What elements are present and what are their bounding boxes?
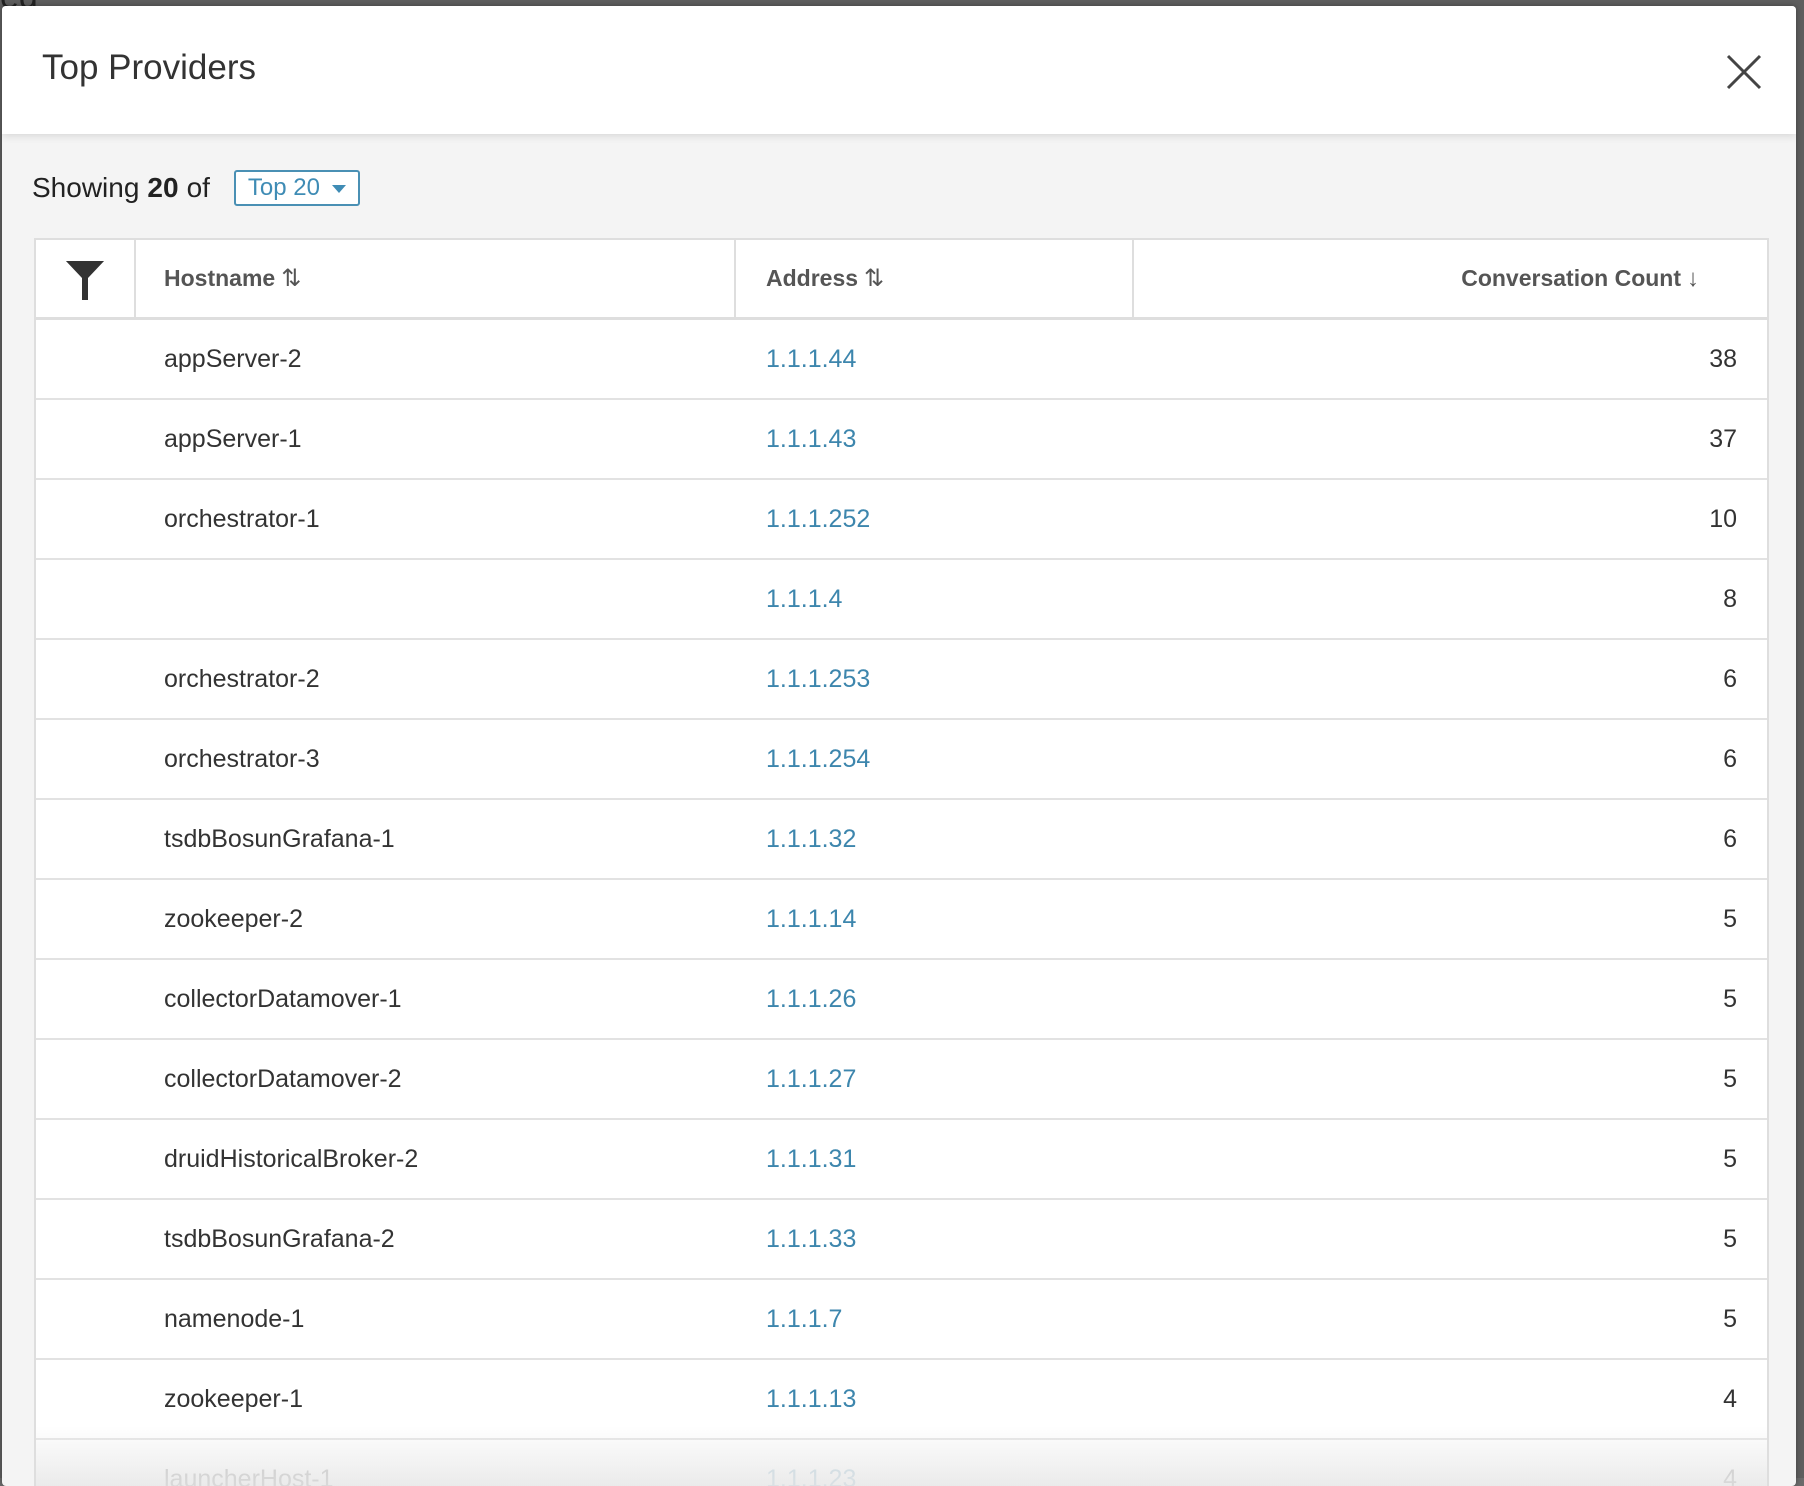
sort-desc-icon[interactable]: ↓ — [1687, 265, 1699, 293]
hostname-cell: zookeeper-1 — [36, 1385, 736, 1414]
conversation-count-cell: 6 — [1134, 665, 1767, 694]
chevron-down-icon — [332, 185, 346, 193]
top-n-dropdown[interactable]: Top 20 — [234, 170, 360, 206]
address-link[interactable]: 1.1.1.32 — [736, 825, 1134, 854]
showing-suffix: of — [187, 172, 210, 204]
address-link[interactable]: 1.1.1.14 — [736, 905, 1134, 934]
conversation-count-cell: 6 — [1134, 825, 1767, 854]
address-link[interactable]: 1.1.1.27 — [736, 1065, 1134, 1094]
address-link[interactable]: 1.1.1.254 — [736, 745, 1134, 774]
table-body: appServer-21.1.1.4438appServer-11.1.1.43… — [36, 320, 1767, 1486]
address-link[interactable]: 1.1.1.43 — [736, 425, 1134, 454]
count-header-label: Conversation Count — [1461, 265, 1681, 292]
conversation-count-cell: 5 — [1134, 1225, 1767, 1254]
table-row[interactable]: appServer-11.1.1.4337 — [36, 400, 1767, 480]
conversation-count-cell: 4 — [1134, 1385, 1767, 1414]
address-link[interactable]: 1.1.1.252 — [736, 505, 1134, 534]
table-header: Hostname ⇅ Address ⇅ Conversation Count … — [36, 240, 1767, 320]
providers-table: Hostname ⇅ Address ⇅ Conversation Count … — [34, 238, 1769, 1486]
filter-column-header[interactable] — [36, 240, 136, 317]
table-row[interactable]: orchestrator-31.1.1.2546 — [36, 720, 1767, 800]
modal-title: Top Providers — [42, 48, 256, 88]
showing-prefix: Showing — [32, 172, 139, 204]
close-button[interactable] — [1722, 50, 1766, 94]
address-link[interactable]: 1.1.1.31 — [736, 1145, 1134, 1174]
table-row[interactable]: collectorDatamover-21.1.1.275 — [36, 1040, 1767, 1120]
table-row[interactable]: zookeeper-11.1.1.134 — [36, 1360, 1767, 1440]
conversation-count-cell: 10 — [1134, 505, 1767, 534]
address-header-label: Address — [766, 265, 858, 292]
table-row[interactable]: 1.1.1.48 — [36, 560, 1767, 640]
hostname-header-label: Hostname — [164, 265, 275, 292]
results-toolbar: Showing 20 of Top 20 — [32, 168, 360, 208]
address-link[interactable]: 1.1.1.23 — [736, 1465, 1134, 1486]
table-row[interactable]: tsdbBosunGrafana-21.1.1.335 — [36, 1200, 1767, 1280]
column-header-conversation-count[interactable]: Conversation Count ↓ — [1134, 240, 1767, 317]
showing-summary: Showing 20 of — [32, 172, 210, 204]
hostname-cell: tsdbBosunGrafana-1 — [36, 825, 736, 854]
table-row[interactable]: launcherHost-11.1.1.234 — [36, 1440, 1767, 1486]
hostname-cell: orchestrator-3 — [36, 745, 736, 774]
address-link[interactable]: 1.1.1.26 — [736, 985, 1134, 1014]
conversation-count-cell: 5 — [1134, 1145, 1767, 1174]
table-row[interactable]: appServer-21.1.1.4438 — [36, 320, 1767, 400]
conversation-count-cell: 4 — [1134, 1465, 1767, 1486]
hostname-cell: appServer-1 — [36, 425, 736, 454]
conversation-count-cell: 6 — [1134, 745, 1767, 774]
sort-icon[interactable]: ⇅ — [864, 264, 884, 293]
hostname-cell: orchestrator-1 — [36, 505, 736, 534]
conversation-count-cell: 37 — [1134, 425, 1767, 454]
table-row[interactable]: namenode-11.1.1.75 — [36, 1280, 1767, 1360]
hostname-cell: druidHistoricalBroker-2 — [36, 1145, 736, 1174]
table-row[interactable]: orchestrator-11.1.1.25210 — [36, 480, 1767, 560]
hostname-cell: launcherHost-1 — [36, 1465, 736, 1486]
hostname-cell: appServer-2 — [36, 345, 736, 374]
address-link[interactable]: 1.1.1.44 — [736, 345, 1134, 374]
address-link[interactable]: 1.1.1.13 — [736, 1385, 1134, 1414]
hostname-cell: tsdbBosunGrafana-2 — [36, 1225, 736, 1254]
hostname-cell: collectorDatamover-1 — [36, 985, 736, 1014]
conversation-count-cell: 5 — [1134, 1305, 1767, 1334]
top-providers-modal: Top Providers Showing 20 of Top 20 — [2, 6, 1796, 1486]
hostname-cell: namenode-1 — [36, 1305, 736, 1334]
address-link[interactable]: 1.1.1.7 — [736, 1305, 1134, 1334]
sort-icon[interactable]: ⇅ — [281, 264, 301, 293]
conversation-count-cell: 38 — [1134, 345, 1767, 374]
modal-header: Top Providers — [2, 6, 1796, 134]
table-row[interactable]: orchestrator-21.1.1.2536 — [36, 640, 1767, 720]
conversation-count-cell: 5 — [1134, 985, 1767, 1014]
close-icon[interactable] — [1722, 50, 1766, 94]
table-row[interactable]: druidHistoricalBroker-21.1.1.315 — [36, 1120, 1767, 1200]
table-row[interactable]: tsdbBosunGrafana-11.1.1.326 — [36, 800, 1767, 880]
top-n-value: Top 20 — [248, 174, 320, 202]
table-row[interactable]: collectorDatamover-11.1.1.265 — [36, 960, 1767, 1040]
column-header-address[interactable]: Address ⇅ — [736, 240, 1134, 317]
hostname-cell: collectorDatamover-2 — [36, 1065, 736, 1094]
hostname-cell: zookeeper-2 — [36, 905, 736, 934]
address-link[interactable]: 1.1.1.253 — [736, 665, 1134, 694]
table-row[interactable]: zookeeper-21.1.1.145 — [36, 880, 1767, 960]
conversation-count-cell: 5 — [1134, 905, 1767, 934]
conversation-count-cell: 8 — [1134, 585, 1767, 614]
column-header-hostname[interactable]: Hostname ⇅ — [136, 240, 736, 317]
hostname-cell: orchestrator-2 — [36, 665, 736, 694]
conversation-count-cell: 5 — [1134, 1065, 1767, 1094]
address-link[interactable]: 1.1.1.4 — [736, 585, 1134, 614]
address-link[interactable]: 1.1.1.33 — [736, 1225, 1134, 1254]
filter-icon[interactable] — [63, 256, 107, 302]
showing-count: 20 — [147, 172, 178, 204]
